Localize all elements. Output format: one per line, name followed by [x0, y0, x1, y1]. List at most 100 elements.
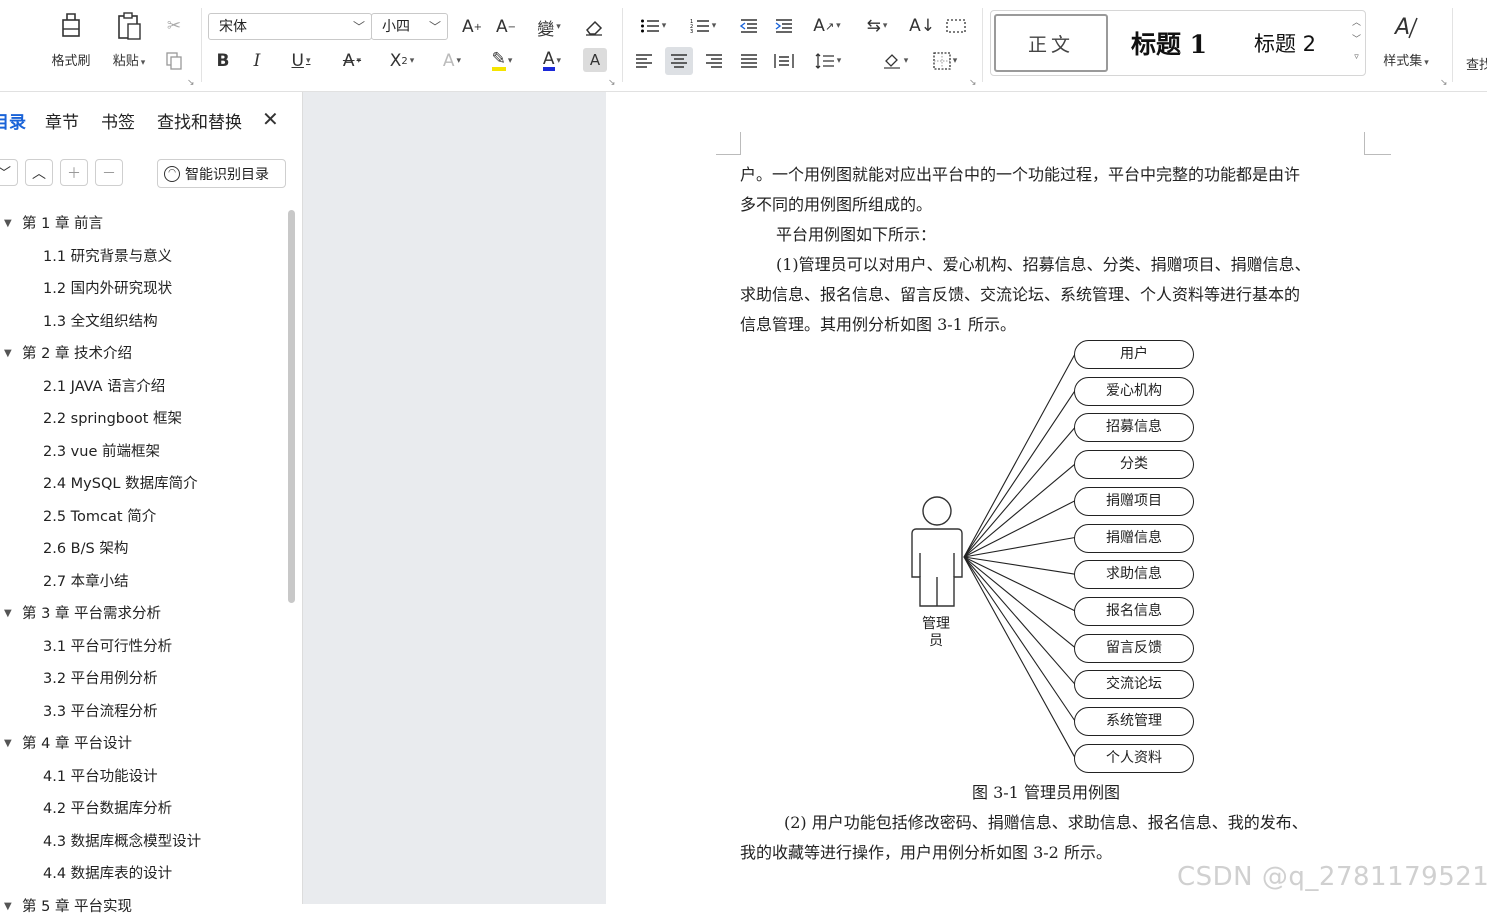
toc-chapter[interactable]: ▼ 第 2 章 技术介绍 [0, 338, 132, 370]
find-button[interactable]: 查找 [1466, 54, 1487, 73]
clipboard-expand-icon[interactable]: ↘ [187, 78, 195, 88]
increase-indent-icon[interactable] [770, 12, 798, 40]
char-shading-icon[interactable]: A [583, 48, 607, 72]
cut-icon[interactable]: ✂ [160, 12, 188, 40]
font-color-icon[interactable]: A ▾ [532, 47, 572, 75]
tab-chapters[interactable]: 章节 [45, 108, 79, 133]
connector-line [963, 556, 1076, 758]
decrease-indent-icon[interactable] [735, 12, 763, 40]
toc-label: 第 4 章 平台设计 [22, 736, 133, 752]
decrease-font-icon[interactable]: A − [492, 13, 520, 41]
toc-label: 1.2 国内外研究现状 [43, 281, 173, 297]
borders-icon[interactable]: ▾ [926, 47, 964, 75]
strikethrough-icon[interactable]: A ▾ [333, 47, 371, 75]
align-left-icon[interactable] [630, 47, 658, 75]
svg-text:3: 3 [690, 29, 693, 34]
toc-section[interactable]: 3.1 平台可行性分析 [0, 631, 172, 663]
move-up-button[interactable]: ︿ [25, 159, 53, 186]
phonetic-guide-icon[interactable]: 變 ▾ [530, 13, 568, 41]
use-case-oval: 留言反馈 [1074, 633, 1194, 663]
clear-format-icon[interactable] [580, 13, 608, 41]
paste-button[interactable]: 粘贴 ▾ [101, 10, 157, 76]
underline-icon[interactable]: U ▾ [282, 47, 320, 75]
connector-line [963, 463, 1076, 558]
toc-section[interactable]: 2.5 Tomcat 简介 [0, 501, 156, 533]
copy-icon[interactable] [160, 47, 188, 75]
increase-font-icon[interactable]: A + [458, 13, 486, 41]
chevron-up-icon: ︿ [32, 165, 46, 182]
toc-section[interactable]: 4.1 平台功能设计 [0, 761, 158, 793]
line-spacing-icon[interactable]: ▾ [808, 47, 848, 75]
font-expand-icon[interactable]: ↘ [608, 78, 616, 88]
add-heading-button[interactable]: ＋ [60, 159, 88, 186]
toc-section[interactable]: 2.4 MySQL 数据库简介 [0, 468, 198, 500]
toc-label: 4.2 平台数据库分析 [43, 801, 173, 817]
use-case-oval: 招募信息 [1074, 413, 1194, 443]
scrollbar[interactable] [288, 210, 295, 603]
toc-chapter[interactable]: ▼ 第 3 章 平台需求分析 [0, 598, 161, 630]
bullet-list-icon[interactable]: ▾ [634, 12, 672, 40]
numbered-list-icon[interactable]: 1 2 3 ▾ [684, 12, 722, 40]
toc-section[interactable]: 1.2 国内外研究现状 [0, 273, 172, 305]
shading-icon[interactable]: ▾ [876, 47, 914, 75]
font-name-select[interactable]: 宋体 ﹀ [208, 13, 372, 40]
toc-section[interactable]: 2.7 本章小结 [0, 566, 129, 598]
use-case-oval: 求助信息 [1074, 560, 1194, 590]
remove-heading-button[interactable]: － [95, 159, 123, 186]
style-heading2[interactable]: 标题 2 [1231, 14, 1339, 72]
toc-section[interactable]: 4.3 数据库概念模型设计 [0, 826, 201, 858]
superscript-icon[interactable]: X 2 ▾ [383, 47, 421, 75]
font-size-select[interactable]: 小四 ﹀ [371, 13, 448, 40]
toc-section[interactable]: 3.3 平台流程分析 [0, 696, 158, 728]
close-icon[interactable]: ✕ [262, 107, 279, 131]
styles-expand-icon[interactable]: ↘ [1440, 78, 1448, 88]
style-set-button[interactable]: A 样式集 ▾ [1373, 10, 1439, 76]
smart-toc-button[interactable]: ◠ 智能识别目录 [157, 159, 286, 188]
navigation-pane: 目录 章节 书签 查找和替换 ✕ ﹀ ︿ ＋ － ◠ 智能识别目录 ▼ 第 1 章… [0, 92, 303, 915]
expand-triangle-icon[interactable]: ▼ [4, 728, 12, 760]
tab-bookmarks[interactable]: 书签 [101, 108, 135, 133]
style-heading1[interactable]: 标题 1 [1113, 14, 1225, 72]
align-center-icon[interactable] [665, 47, 693, 75]
toc-section[interactable]: 2.2 springboot 框架 [0, 403, 182, 435]
collapse-dropdown-button[interactable]: ﹀ [0, 159, 18, 186]
paragraph-expand-icon[interactable]: ↘ [969, 78, 977, 88]
justify-icon[interactable] [735, 47, 763, 75]
style-normal[interactable]: 正文 [994, 14, 1108, 72]
expand-triangle-icon[interactable]: ▼ [4, 891, 12, 923]
gallery-scroll[interactable]: ︿ ﹀ ▿ [1352, 15, 1361, 66]
divider [982, 8, 983, 82]
chevron-down-icon: ﹀ [352, 20, 365, 34]
toc-section[interactable]: 3.2 平台用例分析 [0, 663, 158, 695]
toc-section[interactable]: 4.2 平台数据库分析 [0, 793, 172, 825]
toc-section[interactable]: 2.3 vue 前端框架 [0, 436, 160, 468]
text-effect-icon[interactable]: A ▾ [433, 47, 471, 75]
tab-toc[interactable]: 目录 [0, 108, 26, 133]
divider [201, 8, 202, 82]
highlight-color-icon[interactable]: ✎ ▾ [482, 47, 522, 75]
toc-label: 4.3 数据库概念模型设计 [43, 833, 202, 850]
italic-icon[interactable]: I [243, 47, 271, 75]
toc-section[interactable]: 2.6 B/S 架构 [0, 533, 128, 565]
distribute-icon[interactable] [770, 47, 798, 75]
toc-chapter[interactable]: ▼ 第 5 章 平台实现 [0, 891, 132, 923]
toc-section[interactable]: 2.1 JAVA 语言介绍 [0, 371, 165, 403]
tab-find-replace[interactable]: 查找和替换 [157, 108, 242, 133]
az-sort-icon[interactable]: A↓ [908, 12, 936, 40]
text-direction-icon[interactable]: A ↗ ▾ [808, 12, 846, 40]
show-marks-icon[interactable] [942, 12, 970, 40]
expand-triangle-icon[interactable]: ▼ [4, 338, 12, 370]
toc-label: 2.7 本章小结 [43, 573, 129, 590]
format-painter-button[interactable]: 格式刷 [43, 10, 99, 76]
toc-section[interactable]: 4.4 数据库表的设计 [0, 858, 172, 890]
expand-triangle-icon[interactable]: ▼ [4, 598, 12, 630]
toc-section[interactable]: 1.3 全文组织结构 [0, 306, 158, 338]
sort-icon[interactable]: ⇆ ▾ [858, 12, 896, 40]
expand-triangle-icon[interactable]: ▼ [4, 208, 12, 240]
toc-label: 2.1 JAVA 语言介绍 [43, 378, 166, 395]
toc-chapter[interactable]: ▼ 第 4 章 平台设计 [0, 728, 132, 760]
align-right-icon[interactable] [700, 47, 728, 75]
toc-section[interactable]: 1.1 研究背景与意义 [0, 241, 172, 273]
bold-icon[interactable]: B [209, 47, 237, 75]
toc-chapter[interactable]: ▼ 第 1 章 前言 [0, 208, 103, 240]
